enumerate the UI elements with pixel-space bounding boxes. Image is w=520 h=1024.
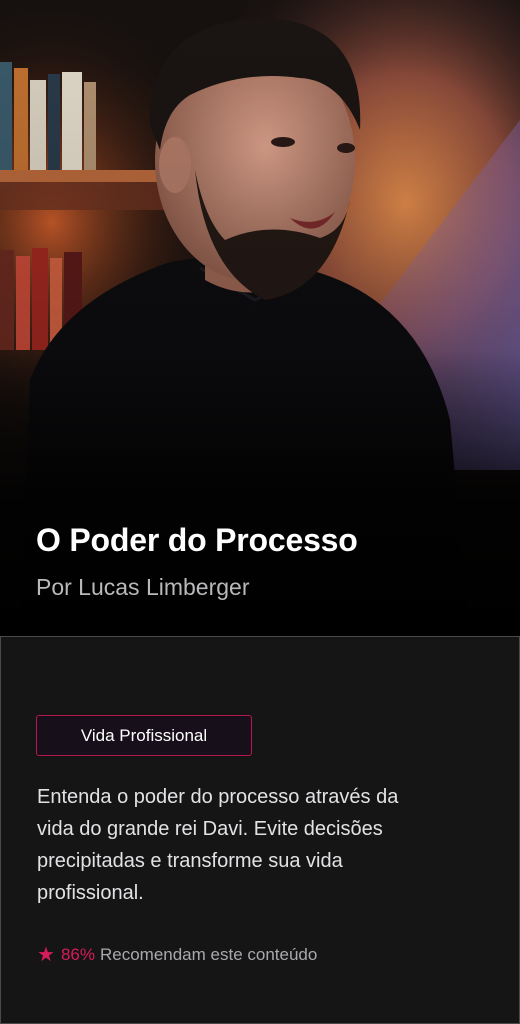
course-details-card: Vida Profissional Entenda o poder do pro…	[0, 636, 520, 1024]
course-title: O Poder do Processo	[36, 522, 358, 558]
course-author: Por Lucas Limberger	[36, 574, 250, 600]
recommendation-label: Recomendam este conteúdo	[99, 945, 318, 964]
course-detail-page: O Poder do Processo Por Lucas Limberger …	[0, 0, 520, 1024]
course-hero: O Poder do Processo Por Lucas Limberger	[0, 0, 520, 636]
category-tag-label: Vida Profissional	[80, 725, 208, 745]
recommendation-percent: 86%	[60, 945, 95, 964]
category-tag[interactable]: Vida Profissional	[36, 715, 252, 756]
star-icon: ★	[37, 944, 55, 966]
course-description: Entenda o poder do processo através da v…	[37, 786, 399, 904]
recommendation-rating: ★ 86% Recomendam este conteúdo	[37, 945, 317, 965]
